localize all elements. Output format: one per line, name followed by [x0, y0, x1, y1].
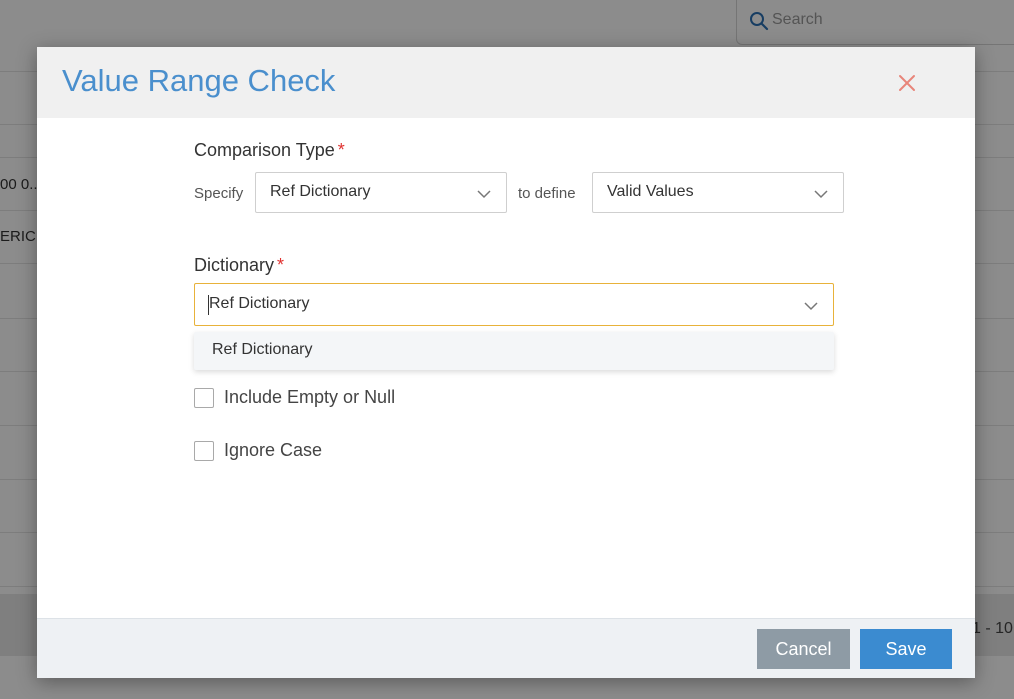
define-select-value: Valid Values — [607, 183, 694, 200]
specify-label: Specify — [194, 185, 244, 202]
specify-select[interactable]: Ref Dictionary — [255, 172, 507, 213]
dialog-title: Value Range Check — [62, 63, 336, 98]
dictionary-label: Dictionary * — [194, 255, 284, 276]
close-icon[interactable] — [895, 71, 919, 95]
save-button[interactable]: Save — [860, 629, 952, 669]
dictionary-combobox[interactable]: Ref Dictionary — [194, 283, 834, 326]
dialog-footer: Cancel Save — [37, 618, 975, 678]
value-range-check-dialog: Value Range Check Comparison Type * Speci… — [37, 47, 975, 678]
define-select[interactable]: Valid Values — [592, 172, 844, 213]
ignore-case-label: Ignore Case — [224, 440, 323, 460]
chevron-down-icon — [814, 190, 828, 199]
dropdown-option-ref-dictionary[interactable]: Ref Dictionary — [212, 341, 312, 359]
required-asterisk: * — [337, 140, 345, 160]
include-empty-or-null-label: Include Empty or Null — [224, 387, 396, 407]
dialog-header: Value Range Check — [37, 47, 975, 118]
include-empty-or-null-checkbox[interactable] — [194, 388, 214, 408]
dictionary-label-text: Dictionary — [194, 255, 275, 275]
to-define-label: to define — [518, 185, 576, 202]
comparison-type-label: Comparison Type * — [194, 140, 345, 161]
dictionary-input-value: Ref Dictionary — [209, 295, 310, 312]
cancel-button[interactable]: Cancel — [757, 629, 850, 669]
chevron-down-icon — [477, 190, 491, 199]
dictionary-dropdown-list: Ref Dictionary — [194, 332, 834, 370]
ignore-case-checkbox[interactable] — [194, 441, 214, 461]
chevron-down-icon[interactable] — [803, 298, 819, 314]
comparison-type-label-text: Comparison Type — [194, 140, 335, 160]
specify-select-value: Ref Dictionary — [270, 183, 371, 200]
required-asterisk: * — [277, 255, 285, 275]
